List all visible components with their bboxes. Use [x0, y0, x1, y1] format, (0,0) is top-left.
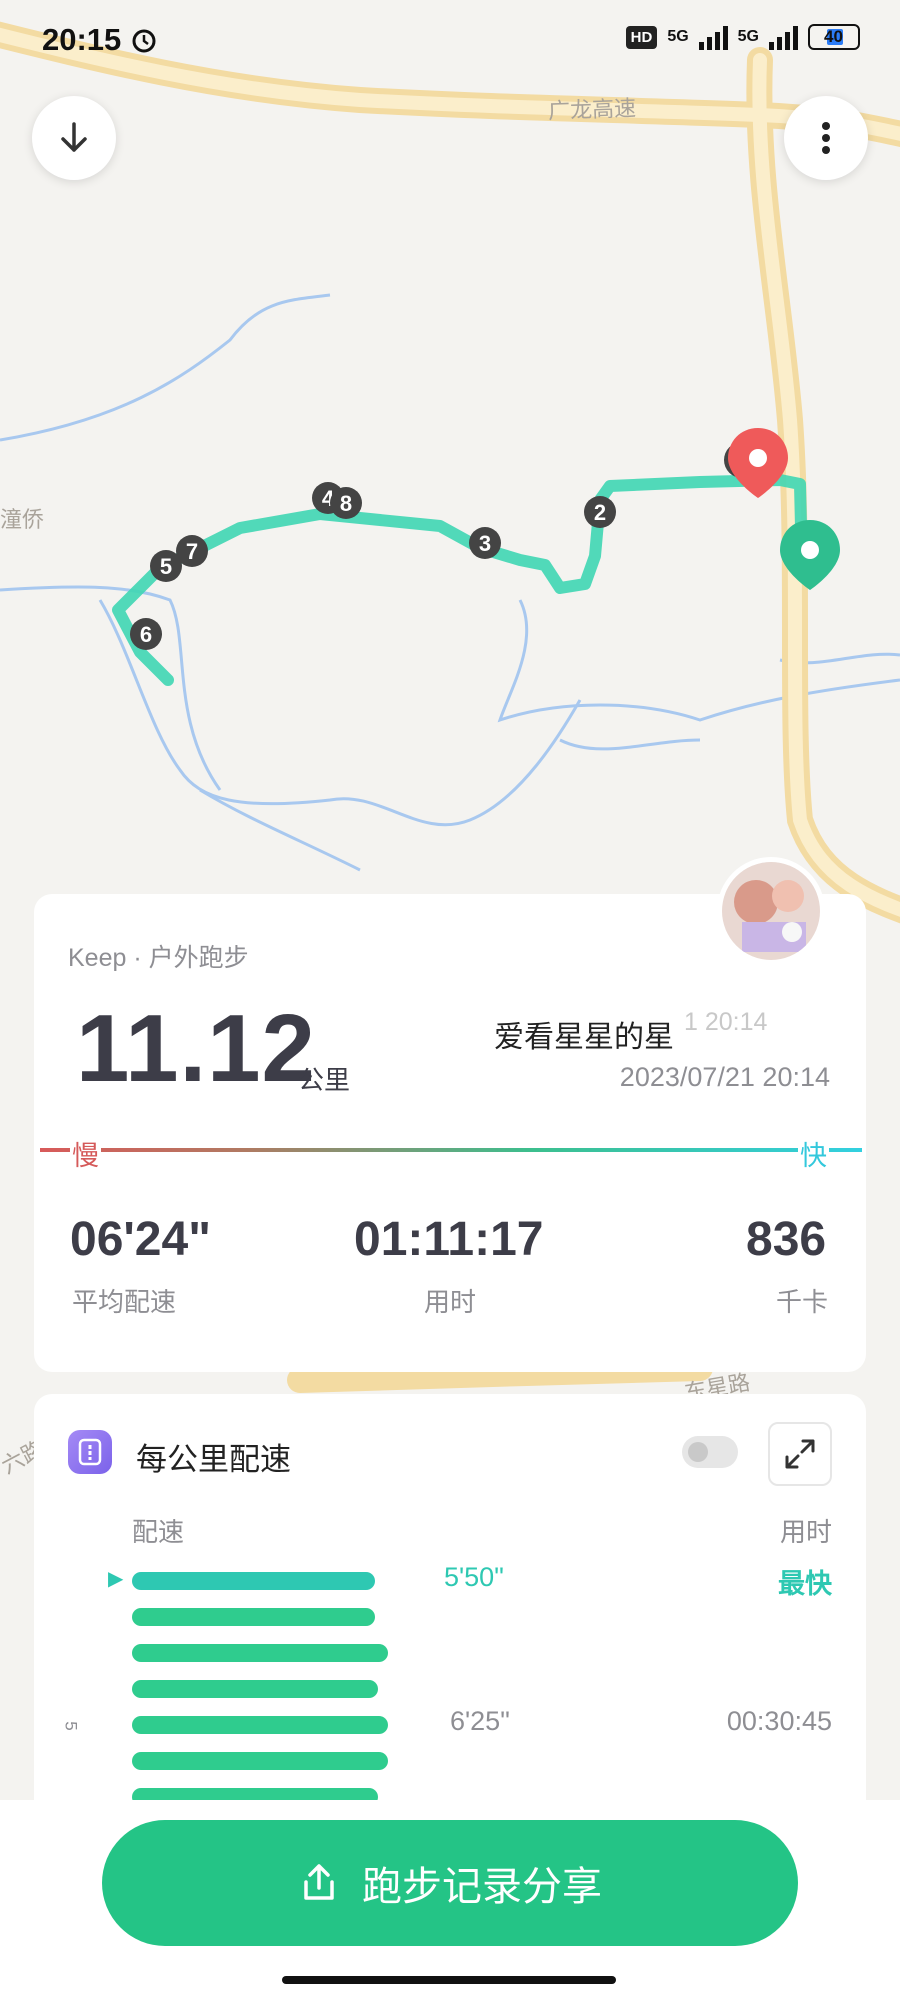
duration-value: 01:11:17	[354, 1213, 544, 1266]
map-place-label: 潼侨	[0, 507, 45, 532]
alarm-icon	[132, 29, 156, 53]
svg-text:8: 8	[340, 491, 352, 516]
more-options-button[interactable]	[784, 96, 868, 180]
pace-row-value: 6'25"	[450, 1706, 510, 1736]
pace-bar	[132, 1716, 388, 1734]
activity-date: 2023/07/21 20:14	[619, 1062, 830, 1092]
avatar[interactable]	[722, 862, 820, 960]
share-icon	[304, 1864, 334, 1900]
pace-toggle[interactable]	[682, 1436, 738, 1468]
pace-bar	[132, 1572, 375, 1590]
route-marker: 7	[176, 535, 208, 567]
svg-text:3: 3	[479, 531, 491, 556]
avg-pace-value: 06'24"	[70, 1213, 211, 1266]
home-indicator[interactable]	[282, 1976, 616, 1984]
pace-row-value: 5'50"	[444, 1562, 504, 1592]
distance-value: 11.12	[76, 995, 316, 1102]
network-label: 5G	[667, 28, 689, 45]
share-run-button[interactable]: 跑步记录分享	[102, 1820, 798, 1946]
svg-text:2: 2	[594, 500, 606, 525]
svg-text:5: 5	[160, 554, 172, 579]
hd-badge: HD	[625, 25, 658, 49]
pace-bar	[132, 1680, 378, 1698]
status-bar: 20:15 HD 5G 5G 40	[0, 0, 900, 80]
activity-source: Keep · 户外跑步	[68, 944, 249, 972]
route-marker: 2	[584, 496, 616, 528]
expand-button[interactable]	[768, 1422, 832, 1486]
distance-unit: 公里	[298, 1065, 351, 1095]
status-time: 20:15	[42, 22, 158, 58]
battery-icon: 40	[808, 24, 860, 50]
fastest-tag: 最快	[778, 1569, 832, 1599]
status-icons: HD 5G 5G 40	[625, 24, 860, 50]
route-marker: 6	[130, 618, 162, 650]
pace-gradient-bar	[40, 1148, 862, 1152]
pace-bar	[132, 1752, 388, 1770]
pace-row-time: 00:30:45	[726, 1706, 832, 1736]
calories-label: 千卡	[776, 1287, 829, 1317]
expand-icon	[785, 1439, 815, 1469]
share-button-label: 跑步记录分享	[362, 1865, 602, 1909]
pace-section-title: 每公里配速	[136, 1442, 291, 1477]
pace-column-header: 配速	[132, 1517, 185, 1547]
route-marker: 8	[330, 487, 362, 519]
pace-bar	[132, 1644, 388, 1662]
signal-icon	[769, 24, 798, 50]
km-marker: 5	[61, 1721, 81, 1731]
svg-text:7: 7	[186, 539, 198, 564]
download-button[interactable]	[32, 96, 116, 180]
fastest-arrow-icon: ▶	[108, 1568, 124, 1590]
calories-value: 836	[746, 1213, 827, 1266]
duration-label: 用时	[424, 1287, 477, 1317]
slow-label: 慢	[70, 1134, 101, 1173]
overlay-time: 1 20:14	[684, 1008, 768, 1036]
time-column-header: 用时	[779, 1517, 832, 1547]
more-vertical-icon	[822, 122, 830, 154]
pace-bar	[132, 1608, 375, 1626]
fast-label: 快	[798, 1134, 829, 1173]
svg-text:6: 6	[140, 622, 152, 647]
network-label: 5G	[737, 28, 759, 45]
avg-pace-label: 平均配速	[72, 1287, 177, 1317]
route-marker: 3	[469, 527, 501, 559]
map-road-label: 广龙高速	[547, 95, 637, 124]
arrow-down-icon	[61, 122, 87, 152]
signal-icon	[698, 24, 728, 50]
pace-icon	[68, 1430, 112, 1474]
user-name: 爱看星星的星	[494, 1021, 674, 1054]
